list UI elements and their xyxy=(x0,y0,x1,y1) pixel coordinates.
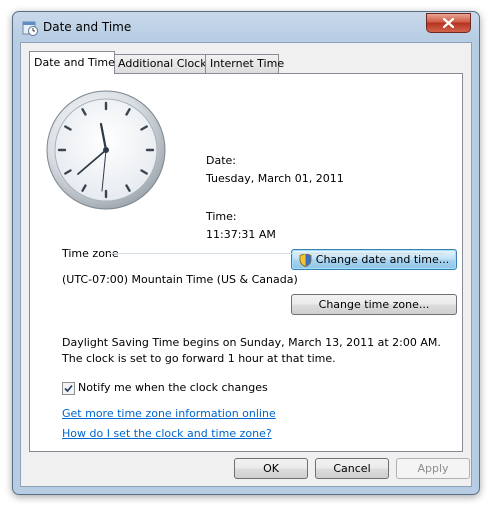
tab-additional-clocks[interactable]: Additional Clocks xyxy=(113,54,212,73)
tab-internet-time[interactable]: Internet Time xyxy=(205,54,284,73)
notify-label[interactable]: Notify me when the clock changes xyxy=(78,381,268,394)
dst-message: Daylight Saving Time begins on Sunday, M… xyxy=(62,336,441,365)
cancel-button[interactable]: Cancel xyxy=(315,458,389,479)
change-time-zone-button[interactable]: Change time zone... xyxy=(291,294,457,315)
close-icon xyxy=(443,18,454,28)
date-value: Tuesday, March 01, 2011 xyxy=(206,172,344,185)
change-date-time-label: Change date and time... xyxy=(315,253,450,266)
tab-panel-date-and-time: Date: Tuesday, March 01, 2011 Time: 11:3… xyxy=(29,73,463,452)
shield-icon xyxy=(299,252,312,267)
notify-checkbox[interactable] xyxy=(62,382,75,395)
checkmark-icon xyxy=(64,384,73,393)
ok-button[interactable]: OK xyxy=(234,458,308,479)
date-time-dialog: Date and Time Date and Time Additional C… xyxy=(12,11,480,495)
apply-button[interactable]: Apply xyxy=(396,458,470,479)
analog-clock xyxy=(46,90,166,210)
time-value: 11:37:31 AM xyxy=(206,228,276,241)
time-label: Time: xyxy=(206,210,237,223)
timezone-separator xyxy=(110,253,444,254)
date-label: Date: xyxy=(206,154,236,167)
window-title: Date and Time xyxy=(43,20,132,34)
date-time-app-icon xyxy=(22,21,38,36)
how-to-set-clock-link[interactable]: How do I set the clock and time zone? xyxy=(62,427,272,440)
close-button[interactable] xyxy=(426,13,471,33)
title-bar[interactable]: Date and Time xyxy=(13,12,479,42)
dialog-content: Date and Time Additional Clocks Internet… xyxy=(20,42,472,487)
tab-date-and-time[interactable]: Date and Time xyxy=(29,51,115,74)
timezone-info-link[interactable]: Get more time zone information online xyxy=(62,407,276,420)
timezone-value: (UTC-07:00) Mountain Time (US & Canada) xyxy=(62,273,298,286)
